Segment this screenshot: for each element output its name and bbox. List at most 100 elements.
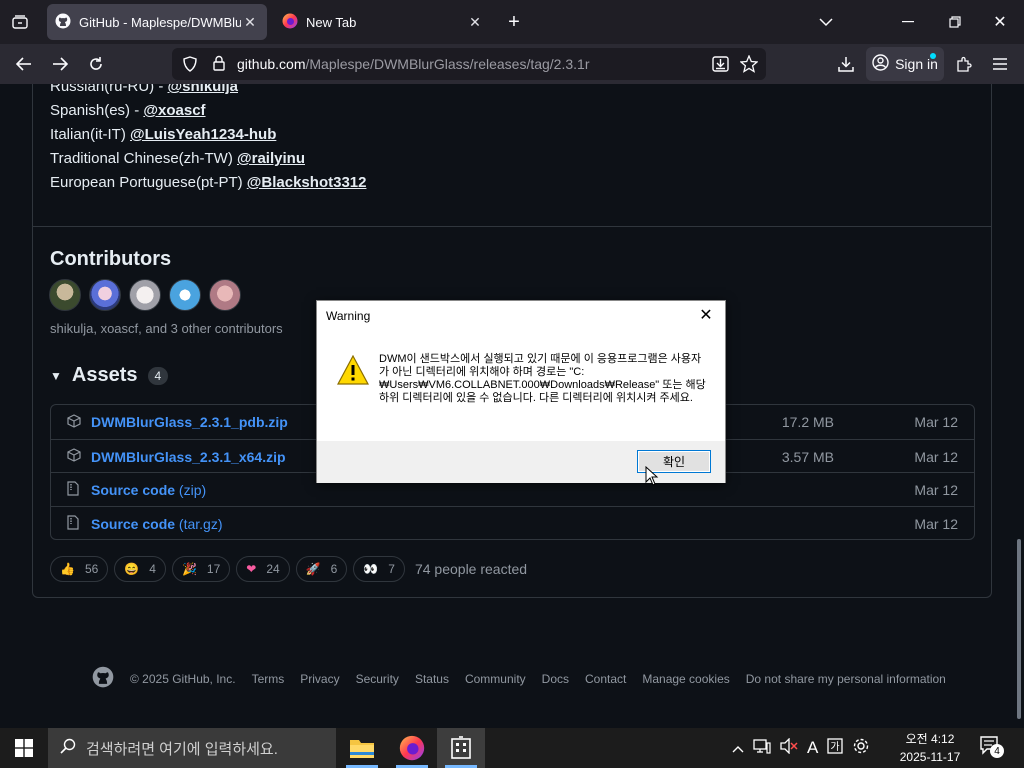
tab-list-icon[interactable] xyxy=(8,12,32,32)
avatar[interactable] xyxy=(129,279,161,311)
firefox-icon xyxy=(282,13,298,32)
translation-line: Traditional Chinese(zh-TW) @railyinu xyxy=(50,150,305,167)
section-divider xyxy=(33,226,991,227)
windows-logo-icon xyxy=(15,739,33,757)
tab-github[interactable]: GitHub - Maplespe/DWMBlurGlass ✕ xyxy=(47,4,267,40)
close-tab-icon[interactable]: ✕ xyxy=(241,14,259,31)
assets-count-badge: 4 xyxy=(147,366,169,385)
reaction-laugh[interactable]: 😄 4 xyxy=(114,556,166,582)
page-scrollbar[interactable] xyxy=(1017,539,1021,719)
windows-taskbar: 검색하려면 여기에 입력하세요. A 가 오전 4:12 2025-11-17 xyxy=(0,728,1024,768)
new-tab-plus-icon[interactable]: + xyxy=(504,11,524,33)
ime-mode-icon[interactable]: 가 xyxy=(827,738,843,758)
reaction-rocket[interactable]: 🚀 6 xyxy=(295,556,348,582)
close-window-icon[interactable]: ✕ xyxy=(990,12,1010,32)
bookmark-star-icon[interactable] xyxy=(739,54,759,78)
asset-link[interactable]: DWMBlurGlass_2.3.1_x64.zip xyxy=(91,449,286,465)
address-bar[interactable]: github.com/Maplespe/DWMBlurGlass/release… xyxy=(172,48,766,80)
translation-line: Spanish(es) - @xoascf xyxy=(50,102,206,119)
notification-center-icon[interactable]: 4 xyxy=(980,736,1004,761)
reaction-count: 7 xyxy=(388,562,395,576)
network-icon[interactable] xyxy=(753,738,771,758)
minimize-icon[interactable] xyxy=(898,12,918,32)
lock-icon[interactable] xyxy=(212,55,226,76)
avatar[interactable] xyxy=(209,279,241,311)
reaction-count: 6 xyxy=(330,562,338,576)
user-link[interactable]: @LuisYeah1234-hub xyxy=(130,126,276,143)
shield-icon[interactable] xyxy=(182,56,198,77)
github-icon xyxy=(55,13,71,32)
language-label: Russian(ru-RU) - xyxy=(50,84,168,95)
close-tab-icon[interactable]: ✕ xyxy=(466,14,484,31)
search-icon xyxy=(60,738,76,758)
navigation-toolbar: github.com/Maplespe/DWMBlurGlass/release… xyxy=(0,44,1024,84)
reaction-heart[interactable]: ❤ 24 xyxy=(236,556,290,582)
asset-size: 17.2 MB xyxy=(781,414,834,430)
github-logo-icon[interactable] xyxy=(92,666,114,691)
back-arrow-icon[interactable] xyxy=(10,50,38,78)
reaction-eyes[interactable]: 👀 7 xyxy=(353,556,405,582)
sign-in-button[interactable]: Sign in xyxy=(866,47,944,81)
footer-link-do-not-share[interactable]: Do not share my personal information xyxy=(746,672,946,686)
reaction-hooray[interactable]: 🎉 17 xyxy=(171,556,231,582)
menu-hamburger-icon[interactable] xyxy=(986,50,1014,78)
asset-suffix: (tar.gz) xyxy=(175,515,223,532)
list-all-tabs-chevron-icon[interactable] xyxy=(816,12,836,32)
reaction-count: 17 xyxy=(206,562,221,576)
clock-time: 오전 4:12 xyxy=(905,732,955,746)
chevron-up-icon[interactable] xyxy=(732,740,744,757)
language-label: European Portuguese(pt-PT) xyxy=(50,174,247,191)
avatar[interactable] xyxy=(169,279,201,311)
reaction-thumbs-up[interactable]: 👍 56 xyxy=(50,556,109,582)
footer-link-manage-cookies[interactable]: Manage cookies xyxy=(642,672,729,686)
translation-line: European Portuguese(pt-PT) @Blackshot331… xyxy=(50,174,366,191)
clock-date: 2025-11-17 xyxy=(899,750,961,764)
footer-link-privacy[interactable]: Privacy xyxy=(300,672,339,686)
assets-toggle[interactable]: ▼ Assets 4 xyxy=(50,364,169,387)
user-link[interactable]: @railyinu xyxy=(237,150,305,167)
dialog-title: Warning xyxy=(326,309,371,323)
start-button[interactable] xyxy=(0,728,48,768)
save-page-icon[interactable] xyxy=(712,56,729,77)
eyes-icon: 👀 xyxy=(363,562,379,576)
asset-link[interactable]: DWMBlurGlass_2.3.1_pdb.zip xyxy=(91,414,288,430)
user-link[interactable]: @Blackshot3312 xyxy=(247,174,367,191)
dialog-close-icon[interactable]: ✕ xyxy=(695,305,717,325)
contributors-summary[interactable]: shikulja, xoascf, and 3 other contributo… xyxy=(50,321,283,336)
taskbar-clock[interactable]: 오전 4:12 2025-11-17 xyxy=(892,730,968,766)
footer-link-terms[interactable]: Terms xyxy=(252,672,285,686)
settings-gear-icon[interactable] xyxy=(852,737,870,759)
input-language-icon[interactable]: A xyxy=(807,738,818,758)
taskbar-file-explorer[interactable] xyxy=(338,728,386,768)
asset-link[interactable]: Source code (tar.gz) xyxy=(91,516,223,532)
volume-muted-icon[interactable] xyxy=(780,737,798,758)
file-zip-icon xyxy=(67,480,79,499)
downloads-icon[interactable] xyxy=(832,50,860,78)
forward-arrow-icon[interactable] xyxy=(46,50,74,78)
avatar[interactable] xyxy=(89,279,121,311)
footer-link-contact[interactable]: Contact xyxy=(585,672,626,686)
reload-icon[interactable] xyxy=(82,50,110,78)
file-zip-icon xyxy=(67,514,79,533)
contributors-heading: Contributors xyxy=(50,248,172,270)
footer-link-community[interactable]: Community xyxy=(465,672,526,686)
svg-text:가: 가 xyxy=(831,741,840,753)
user-link[interactable]: @xoascf xyxy=(143,102,205,119)
taskbar-firefox[interactable] xyxy=(388,728,436,768)
taskbar-search-box[interactable]: 검색하려면 여기에 입력하세요. xyxy=(48,728,336,768)
url-text: github.com/Maplespe/DWMBlurGlass/release… xyxy=(237,56,589,72)
footer-link-status[interactable]: Status xyxy=(415,672,449,686)
restore-icon[interactable] xyxy=(945,12,965,32)
browser-tab-bar: GitHub - Maplespe/DWMBlurGlass ✕ New Tab… xyxy=(0,0,1024,44)
asset-link[interactable]: Source code (zip) xyxy=(91,482,206,498)
user-link[interactable]: @shikulja xyxy=(168,84,238,95)
triangle-down-icon: ▼ xyxy=(50,368,62,383)
extensions-icon[interactable] xyxy=(950,50,978,78)
language-label: Italian(it-IT) xyxy=(50,126,131,143)
tab-new-tab[interactable]: New Tab ✕ xyxy=(274,4,492,40)
footer-link-docs[interactable]: Docs xyxy=(542,672,569,686)
footer-copyright: © 2025 GitHub, Inc. xyxy=(130,671,236,686)
footer-link-security[interactable]: Security xyxy=(356,672,399,686)
avatar[interactable] xyxy=(49,279,81,311)
taskbar-app-active[interactable] xyxy=(437,728,485,768)
